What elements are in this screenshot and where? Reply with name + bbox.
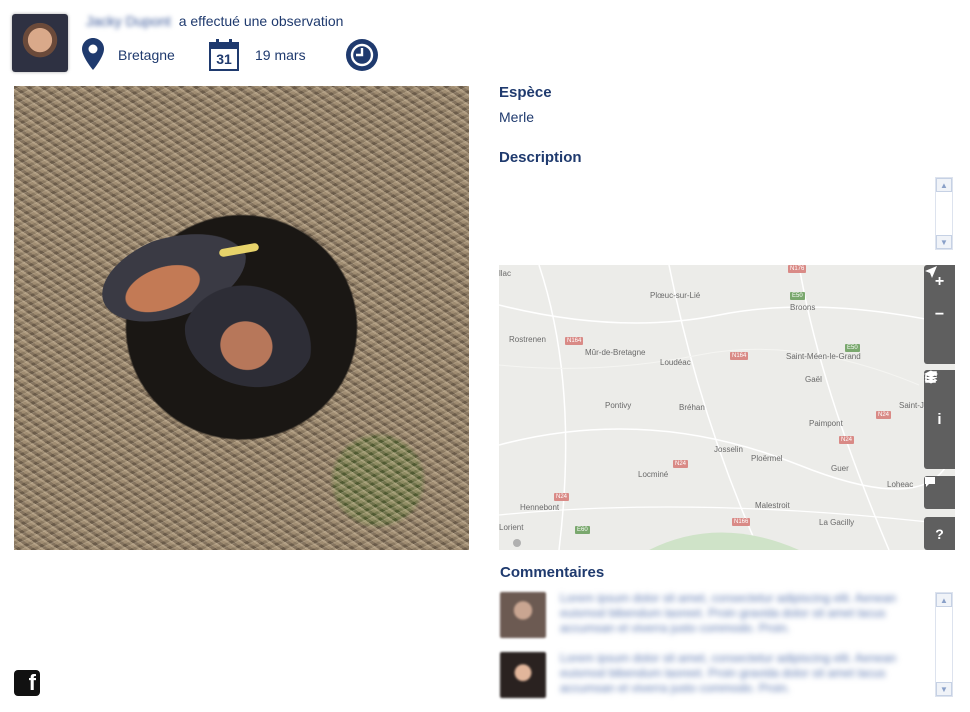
map-town: Hennebont	[520, 503, 560, 512]
map-road-label: E50	[790, 292, 805, 300]
observation-map[interactable]: llac Plœuc-sur-Lié Broons Rostrenen Mûr-…	[499, 265, 955, 550]
comment-avatar[interactable]	[500, 592, 546, 638]
map-town: Locminé	[638, 470, 669, 479]
map-town: Loudéac	[660, 358, 691, 367]
description-label: Description	[499, 149, 582, 166]
zoom-out-button[interactable]: −	[924, 298, 955, 331]
map-road-label: N164	[565, 337, 584, 345]
map-background	[499, 265, 955, 550]
map-town: Lorient	[499, 523, 524, 532]
map-town: llac	[499, 269, 512, 278]
date-meta: 31 19 mars	[209, 38, 306, 72]
map-road-label: N24	[839, 436, 855, 444]
facebook-glyph: f	[28, 670, 36, 695]
map-road-label: E60	[575, 526, 590, 534]
scroll-up-button[interactable]: ▲	[936, 178, 952, 192]
location-pin-icon	[82, 37, 104, 73]
map-town: Paimpont	[809, 419, 843, 428]
info-button[interactable]: i	[924, 403, 955, 436]
map-road-label: N24	[673, 460, 689, 468]
map-town: Pontivy	[605, 401, 632, 410]
calendar-icon: 31	[209, 39, 239, 71]
map-comment-control	[924, 476, 955, 509]
calendar-day: 31	[216, 51, 232, 67]
map-road-label: N176	[788, 265, 807, 273]
navigation-arrow-icon	[925, 266, 937, 278]
species-label: Espèce	[499, 84, 552, 101]
date-text: 19 mars	[255, 47, 306, 63]
map-tool-controls: i	[924, 370, 955, 469]
user-name[interactable]: Jacky Dupont	[86, 13, 171, 29]
map-town: Ploërmel	[751, 454, 783, 463]
action-text: a effectué une observation	[178, 13, 344, 29]
description-scrollbar[interactable]: ▲ ▼	[935, 177, 953, 250]
scroll-down-button[interactable]: ▼	[936, 682, 952, 696]
map-town: Josselin	[714, 445, 743, 454]
map-help-control: ?	[924, 517, 955, 550]
map-road-label: N24	[876, 411, 892, 419]
comment-button[interactable]	[924, 476, 955, 509]
clock-icon[interactable]	[346, 39, 378, 71]
help-button[interactable]: ?	[924, 517, 955, 550]
map-town: La Gacilly	[819, 518, 855, 527]
map-town: Saint-Méen-le-Grand	[786, 352, 861, 361]
map-road-label: N166	[732, 518, 751, 526]
species-value: Merle	[499, 109, 535, 125]
location-text: Bretagne	[118, 47, 175, 63]
map-town: Saint-J	[899, 401, 924, 410]
map-town: Bréhan	[679, 403, 705, 412]
map-town: Rostrenen	[509, 335, 546, 344]
map-town: Broons	[790, 303, 816, 312]
user-avatar[interactable]	[12, 14, 68, 72]
comments-label: Commentaires	[500, 564, 605, 581]
comment-text: Lorem ipsum dolor sit amet, consectetur …	[560, 651, 897, 695]
comment-avatar[interactable]	[500, 652, 546, 698]
location-meta: Bretagne	[82, 37, 175, 73]
map-town: Plœuc-sur-Lié	[650, 291, 701, 300]
facebook-icon[interactable]: f	[14, 670, 40, 696]
observation-headline: Jacky Dupont a effectué une observation	[86, 13, 343, 29]
share-icon	[925, 371, 937, 383]
map-road-label: N164	[730, 352, 749, 360]
map-town: Gaël	[805, 375, 822, 384]
scroll-up-button[interactable]: ▲	[936, 593, 952, 607]
comments-scrollbar[interactable]: ▲ ▼	[935, 592, 953, 697]
locate-button[interactable]	[924, 266, 955, 364]
map-road-label: N24	[554, 493, 570, 501]
map-town: Loheac	[887, 480, 914, 489]
map-town: Guer	[831, 464, 849, 473]
map-town: Malestroit	[755, 501, 790, 510]
comment-text: Lorem ipsum dolor sit amet, consectetur …	[560, 591, 897, 635]
map-town: Mûr-de-Bretagne	[585, 348, 646, 357]
description-text	[499, 180, 919, 248]
share-button[interactable]	[924, 371, 955, 469]
scroll-down-button[interactable]: ▼	[936, 235, 952, 249]
observation-photo[interactable]	[14, 86, 469, 550]
map-road-label: E50	[845, 344, 860, 352]
speech-bubble-icon	[925, 477, 935, 487]
map-zoom-controls: + −	[924, 265, 955, 364]
